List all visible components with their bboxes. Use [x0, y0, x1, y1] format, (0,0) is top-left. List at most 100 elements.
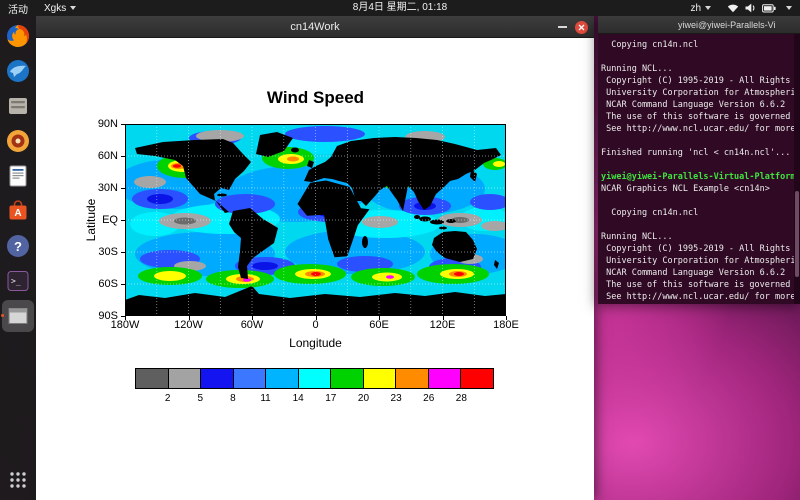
colorbar-label: 11	[260, 393, 270, 404]
dock-item-libreoffice-writer[interactable]	[2, 160, 34, 192]
thunderbird-icon	[5, 58, 31, 84]
x-tick-mark	[379, 316, 380, 320]
terminal-line: The use of this software is governed by	[601, 279, 791, 291]
colorbar-cell	[363, 369, 396, 388]
app-menu-label: Xgks	[44, 3, 66, 14]
keyboard-layout-button[interactable]: zh	[682, 0, 719, 16]
xgks-window-icon	[5, 303, 31, 329]
rhythmbox-icon	[5, 128, 31, 154]
colorbar-cell	[168, 369, 201, 388]
chevron-down-icon	[70, 6, 76, 10]
x-tick-mark	[189, 316, 190, 320]
dock-item-firefox[interactable]	[2, 20, 34, 52]
y-tick-mark	[121, 252, 125, 253]
x-tick-mark	[506, 316, 507, 320]
top-bar: 活动 Xgks 8月4日 星期二, 01:18 zh	[0, 0, 800, 16]
terminal-line	[601, 195, 791, 207]
dock-item-xgks[interactable]	[2, 300, 34, 332]
ubuntu-software-icon: A	[5, 198, 31, 224]
dock-item-help[interactable]: ?	[2, 230, 34, 262]
colorbar-cell	[460, 369, 493, 388]
x-tick-label: 60W	[230, 319, 274, 331]
terminal-scrollbar[interactable]	[794, 34, 800, 304]
x-tick-mark	[125, 316, 126, 320]
terminal-line: Copying cn14n.ncl	[601, 207, 791, 219]
dock-item-terminal[interactable]: >_	[2, 265, 34, 297]
colorbar-label: 28	[456, 393, 467, 404]
x-tick-mark	[443, 316, 444, 320]
x-tick-label: 120E	[421, 319, 465, 331]
terminal-titlebar[interactable]: yiwei@yiwei-Parallels-Vi	[598, 16, 800, 34]
close-button[interactable]	[575, 21, 588, 34]
y-tick-label: 30N	[84, 182, 118, 194]
chevron-down-icon	[786, 6, 792, 10]
x-tick-mark	[316, 316, 317, 320]
colorbar-cell	[136, 369, 168, 388]
colorbar-cell	[298, 369, 331, 388]
colorbar-cell	[330, 369, 363, 388]
terminal-line: Running NCL...	[601, 231, 791, 243]
y-tick-mark	[121, 284, 125, 285]
colorbar-label: 17	[325, 393, 336, 404]
terminal-line: University Corporation for Atmospheric R	[601, 255, 791, 267]
firefox-icon	[5, 23, 31, 49]
colorbar-cell	[233, 369, 266, 388]
colorbar-label: 26	[423, 393, 434, 404]
x-tick-label: 0	[294, 319, 338, 331]
colorbar-label: 2	[165, 393, 171, 404]
activities-button[interactable]: 活动	[0, 0, 36, 16]
svg-text:?: ?	[14, 239, 22, 254]
terminal-line	[601, 135, 791, 147]
files-icon	[5, 93, 31, 119]
dock-item-thunderbird[interactable]	[2, 55, 34, 87]
plot-window-title: cn14Work	[290, 21, 339, 33]
x-axis-label: Longitude	[125, 336, 506, 350]
y-tick-mark	[121, 156, 125, 157]
clock-button[interactable]: 8月4日 星期二, 01:18	[345, 0, 455, 16]
libreoffice-writer-icon	[5, 163, 31, 189]
colorbar-label: 5	[197, 393, 203, 404]
dock-item-show-applications[interactable]	[2, 464, 34, 496]
chevron-down-icon	[705, 6, 711, 10]
y-tick-label: EQ	[84, 214, 118, 226]
plot-window-titlebar[interactable]: cn14Work	[36, 16, 594, 38]
terminal-line	[601, 159, 791, 171]
colorbar	[135, 368, 494, 389]
y-tick-mark	[121, 188, 125, 189]
terminal-window: yiwei@yiwei-Parallels-Vi Copying cn14n.n…	[598, 16, 800, 304]
battery-icon	[762, 4, 776, 13]
svg-text:A: A	[14, 208, 21, 219]
minimize-button[interactable]	[558, 26, 567, 28]
dock-item-files[interactable]	[2, 90, 34, 122]
x-tick-label: 180E	[484, 319, 528, 331]
dock: A ? >_	[0, 16, 36, 500]
volume-icon	[745, 3, 756, 13]
terminal-line: The use of this software is governed by	[601, 111, 791, 123]
y-tick-label: 60N	[84, 150, 118, 162]
terminal-line: NCAR Command Language Version 6.6.2	[601, 267, 791, 279]
network-wireless-icon	[727, 3, 739, 13]
terminal-line: See http://www.ncl.ucar.edu/ for more de	[601, 123, 791, 135]
colorbar-label: 8	[230, 393, 236, 404]
x-tick-mark	[252, 316, 253, 320]
x-tick-label: 120W	[167, 319, 211, 331]
terminal-line: NCAR Graphics NCL Example <cn14n>	[601, 183, 791, 195]
terminal-line: NCAR Command Language Version 6.6.2	[601, 99, 791, 111]
y-tick-label: 90N	[84, 118, 118, 130]
terminal-scrollbar-thumb[interactable]	[795, 191, 799, 277]
colorbar-cell	[265, 369, 298, 388]
colorbar-label: 20	[358, 393, 369, 404]
dock-item-ubuntu-software[interactable]: A	[2, 195, 34, 227]
x-tick-label: 180W	[103, 319, 147, 331]
terminal-line	[601, 51, 791, 63]
dock-item-rhythmbox[interactable]	[2, 125, 34, 157]
y-tick-label: 60S	[84, 278, 118, 290]
terminal-line: yiwei@yiwei-Parallels-Virtual-Platform:~…	[601, 171, 791, 183]
colorbar-label: 14	[293, 393, 304, 404]
app-menu-button[interactable]: Xgks	[36, 0, 84, 16]
system-menu-button[interactable]	[719, 3, 800, 13]
y-tick-mark	[121, 124, 125, 125]
chart-title: Wind Speed	[125, 88, 506, 108]
colorbar-cell	[200, 369, 233, 388]
colorbar-label: 23	[391, 393, 402, 404]
